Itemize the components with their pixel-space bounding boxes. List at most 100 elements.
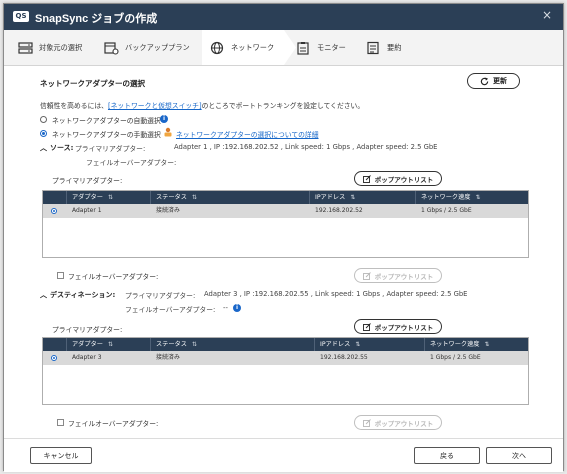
destination-primary-value: Adapter 3 , IP :192.168.202.55 , Link sp… [204, 290, 468, 298]
sort-icon: ⇅ [191, 341, 197, 348]
header-label: IPアドレス [320, 341, 351, 348]
header-label: IPアドレス [315, 194, 346, 201]
page-title: ネットワークアダプターの選択 [40, 79, 145, 88]
sort-icon: ⇅ [191, 194, 197, 201]
step-label: 対象元の選択 [39, 42, 83, 52]
popout-icon [362, 174, 371, 183]
next-button[interactable]: 次へ [486, 447, 552, 464]
header-select [43, 191, 67, 204]
source-failover-checkbox[interactable] [57, 272, 64, 279]
step-network[interactable]: ネットワーク [202, 30, 284, 65]
auto-select-label: ネットワークアダプターの自動選択 [52, 117, 161, 125]
header-ip[interactable]: IPアドレス ⇅ [310, 191, 416, 204]
info-icon[interactable]: i [233, 304, 241, 312]
header-label: ネットワーク速度 [421, 194, 471, 201]
refresh-button[interactable]: 更新 [467, 73, 520, 89]
cell-speed: 1 Gbps / 2.5 GbE [421, 207, 472, 214]
table-row[interactable]: Adapter 3 接続済み 192.168.202.55 1 Gbps / 2… [43, 351, 528, 365]
popout-icon [362, 322, 371, 331]
header-status[interactable]: ステータス ⇅ [151, 191, 310, 204]
wizard-steps: 対象元の選択 バックアッププラン ネットワーク モニター 要約 [4, 30, 563, 66]
source-primary-label: プライマリアダプター: [75, 145, 146, 153]
header-adapter[interactable]: アダプター ⇅ [67, 191, 151, 204]
row-select-radio[interactable] [51, 208, 57, 214]
header-ip[interactable]: IPアドレス ⇅ [315, 338, 425, 351]
refresh-icon [480, 76, 489, 85]
close-button[interactable]: × [539, 7, 555, 23]
sort-icon: ⇅ [475, 194, 481, 201]
popout-label: ポップアウトリスト [374, 175, 434, 184]
source-popout-button[interactable]: ポップアウトリスト [354, 171, 442, 186]
table-row[interactable]: Adapter 1 接続済み 192.168.202.52 1 Gbps / 2… [43, 204, 528, 218]
cell-ip: 192.168.202.52 [315, 207, 363, 214]
cell-adapter: Adapter 3 [72, 354, 102, 361]
header-label: ネットワーク速度 [430, 341, 480, 348]
step-label: バックアッププラン [125, 42, 190, 52]
step-source-select[interactable]: 対象元の選択 [18, 30, 98, 65]
header-select [43, 338, 67, 351]
hint-text: のところでポートトランキングを設定してください。 [201, 102, 365, 110]
popout-icon [362, 271, 371, 280]
cell-ip: 192.168.202.55 [320, 354, 368, 361]
manual-select-radio[interactable] [40, 130, 47, 137]
step-label: ネットワーク [231, 42, 275, 52]
table-header: アダプター ⇅ ステータス ⇅ IPアドレス ⇅ ネットワーク速度 ⇅ [43, 191, 528, 204]
cell-speed: 1 Gbps / 2.5 GbE [430, 354, 481, 361]
destination-toggle[interactable]: ︿ デスティネーション: [40, 290, 115, 300]
destination-failover-checkbox-label: フェイルオーバーアダプター: [68, 420, 159, 428]
destination-failover-label: フェイルオーバーアダプター: [125, 306, 216, 314]
popout-label: ポップアウトリスト [374, 419, 434, 428]
header-status[interactable]: ステータス ⇅ [151, 338, 315, 351]
list-icon [367, 41, 379, 54]
header-speed[interactable]: ネットワーク速度 ⇅ [425, 338, 528, 351]
step-label: モニター [317, 42, 346, 52]
chevron-up-icon: ︿ [40, 144, 47, 152]
adapter-guide-link[interactable]: ネットワークアダプターの選択についての詳細 [176, 129, 319, 139]
popout-label: ポップアウトリスト [374, 323, 434, 332]
source-toggle[interactable]: ︿ ソース: [40, 143, 73, 153]
help-guide-icon [164, 127, 172, 137]
step-backup-plan[interactable]: バックアッププラン [104, 30, 204, 65]
destination-failover-value: -- [223, 304, 228, 312]
cell-status: 接続済み [156, 354, 181, 361]
refresh-label: 更新 [493, 77, 507, 85]
source-table-title: プライマリアダプター: [52, 177, 123, 185]
auto-select-radio[interactable] [40, 116, 47, 123]
destination-failover-popout-button[interactable]: ポップアウトリスト [354, 415, 442, 430]
destination-popout-button[interactable]: ポップアウトリスト [354, 319, 442, 334]
clipboard-icon [297, 41, 309, 55]
table-header: アダプター ⇅ ステータス ⇅ IPアドレス ⇅ ネットワーク速度 ⇅ [43, 338, 528, 351]
app-logo-icon: QS [13, 11, 29, 22]
destination-heading: デスティネーション: [50, 291, 116, 299]
network-page: ネットワークアダプターの選択 更新 信頼性を高めるには、[ネットワークと仮想スイ… [4, 66, 563, 438]
destination-failover-checkbox[interactable] [57, 419, 64, 426]
source-primary-value: Adapter 1 , IP :192.168.202.52 , Link sp… [174, 143, 438, 151]
sort-icon: ⇅ [107, 341, 113, 348]
header-label: アダプター [72, 194, 103, 201]
back-button[interactable]: 戻る [414, 447, 480, 464]
step-arrow-icon [284, 30, 296, 65]
popout-label: ポップアウトリスト [374, 272, 434, 281]
header-speed[interactable]: ネットワーク速度 ⇅ [416, 191, 528, 204]
snapsync-job-dialog: QS SnapSync ジョブの作成 × 対象元の選択 バックアッププラン ネッ… [3, 3, 564, 472]
step-summary[interactable]: 要約 [366, 30, 426, 65]
globe-icon [210, 41, 224, 54]
calendar-gear-icon [104, 41, 119, 55]
info-icon[interactable]: i [160, 115, 168, 123]
cancel-button[interactable]: キャンセル [30, 447, 92, 464]
cell-status: 接続済み [156, 207, 181, 214]
step-monitor[interactable]: モニター [296, 30, 366, 65]
header-label: ステータス [156, 194, 187, 201]
header-adapter[interactable]: アダプター ⇅ [67, 338, 151, 351]
source-failover-popout-button[interactable]: ポップアウトリスト [354, 268, 442, 283]
dialog-footer: キャンセル 戻る 次へ [4, 438, 563, 472]
destination-adapter-table: アダプター ⇅ ステータス ⇅ IPアドレス ⇅ ネットワーク速度 ⇅ Adapter … [42, 337, 529, 405]
storage-icon [18, 41, 33, 54]
popout-icon [362, 418, 371, 427]
destination-primary-label: プライマリアダプター: [125, 292, 196, 300]
network-vswitch-link[interactable]: [ネットワークと仮想スイッチ] [108, 102, 202, 110]
manual-select-label: ネットワークアダプターの手動選択 [52, 131, 161, 139]
row-select-radio[interactable] [51, 355, 57, 361]
header-label: アダプター [72, 341, 103, 348]
source-failover-label: フェイルオーバーアダプター: [86, 159, 177, 167]
